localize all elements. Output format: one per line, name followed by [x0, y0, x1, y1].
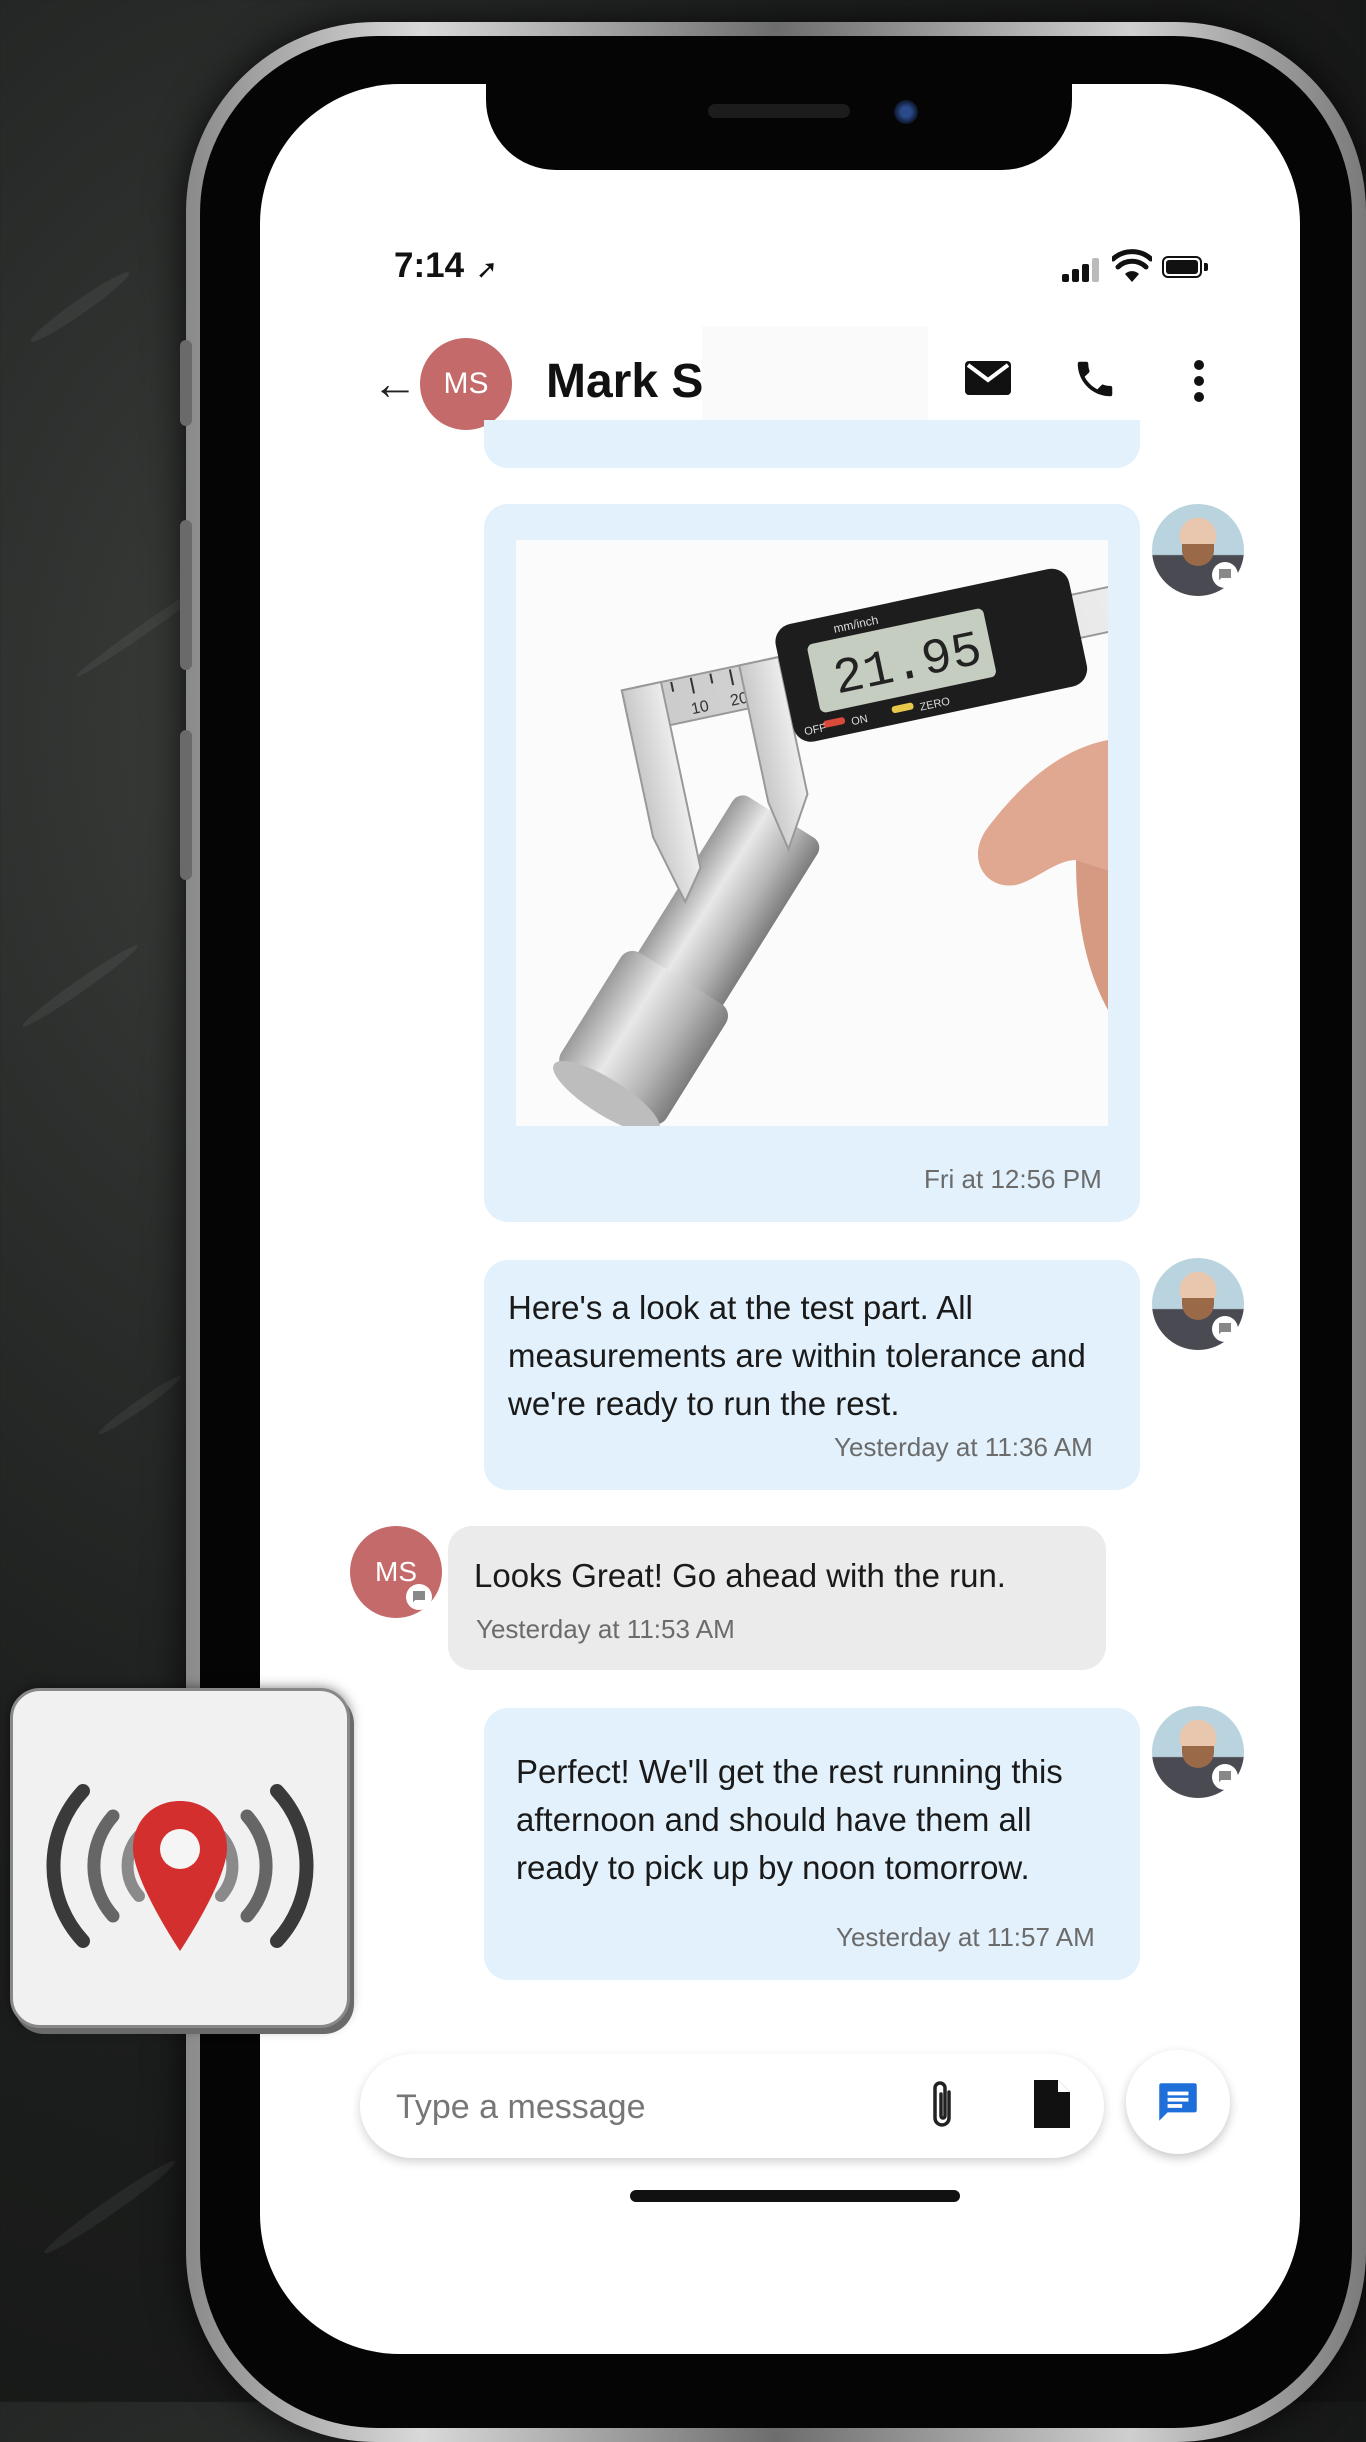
more-options-button[interactable]: [1192, 358, 1206, 404]
chat-send-icon: [1159, 2083, 1197, 2121]
app-logo-badge: [10, 1688, 350, 2028]
battery-tip: [1204, 263, 1208, 271]
front-camera: [894, 100, 918, 124]
home-indicator: [630, 2190, 960, 2202]
send-button[interactable]: [1126, 2050, 1230, 2154]
message-text: Looks Great! Go ahead with the run.: [474, 1557, 1006, 1594]
sms-badge: [1212, 1316, 1238, 1342]
scale-label: 10: [690, 698, 711, 718]
email-button[interactable]: [964, 360, 1012, 396]
side-button: [180, 520, 192, 670]
message-text: Perfect! We'll get the rest running this…: [516, 1753, 1063, 1886]
background-streak: [19, 940, 141, 1032]
chat-bubble-icon: [413, 1591, 425, 1603]
message-text: Here's a look at the test part. All meas…: [508, 1289, 1086, 1422]
side-button: [180, 340, 192, 426]
side-button: [180, 730, 192, 880]
wifi-icon: [1112, 249, 1152, 282]
background-streak: [96, 1372, 184, 1438]
file-button[interactable]: [1032, 2078, 1072, 2130]
call-button[interactable]: [1072, 356, 1118, 402]
battery-icon: [1162, 256, 1202, 278]
message-input[interactable]: [394, 2078, 898, 2136]
cellular-signal-icon: [1062, 256, 1102, 282]
chat-bubble-icon: [1219, 1323, 1231, 1335]
back-button[interactable]: ←: [372, 356, 418, 410]
location-arrow-icon: ➚: [476, 254, 498, 284]
sms-badge: [406, 1584, 432, 1610]
contact-name: Mark S: [546, 355, 704, 408]
message-composer: [360, 2054, 1104, 2158]
arrow-left-icon: ←: [372, 357, 418, 409]
caliper-photo: 0 10 20 21.95 mm/inch OFF ON ZERO: [553, 568, 1108, 1126]
previous-message-bubble: [484, 420, 1140, 468]
attached-photo[interactable]: 0 10 20 21.95 mm/inch OFF ON ZERO: [516, 540, 1108, 1126]
attach-button[interactable]: [926, 2078, 960, 2134]
redacted-area: [702, 326, 928, 432]
background-streak: [26, 266, 134, 348]
message-timestamp: Yesterday at 11:36 AM: [834, 1432, 1093, 1462]
status-time: 7:14: [394, 246, 465, 285]
chat-bubble-icon: [1219, 1771, 1231, 1783]
sms-badge: [1212, 562, 1238, 588]
message-timestamp: Yesterday at 11:53 AM: [476, 1614, 735, 1644]
location-broadcast-icon: [46, 1784, 314, 1951]
message-timestamp: Yesterday at 11:57 AM: [836, 1922, 1095, 1952]
message-timestamp: Fri at 12:56 PM: [924, 1164, 1102, 1194]
phone-notch: [486, 84, 1072, 170]
contact-avatar[interactable]: MS: [420, 338, 512, 430]
chat-bubble-icon: [1219, 569, 1231, 581]
sms-badge: [1212, 1764, 1238, 1790]
background-streak: [40, 2155, 180, 2259]
earpiece: [708, 104, 850, 118]
